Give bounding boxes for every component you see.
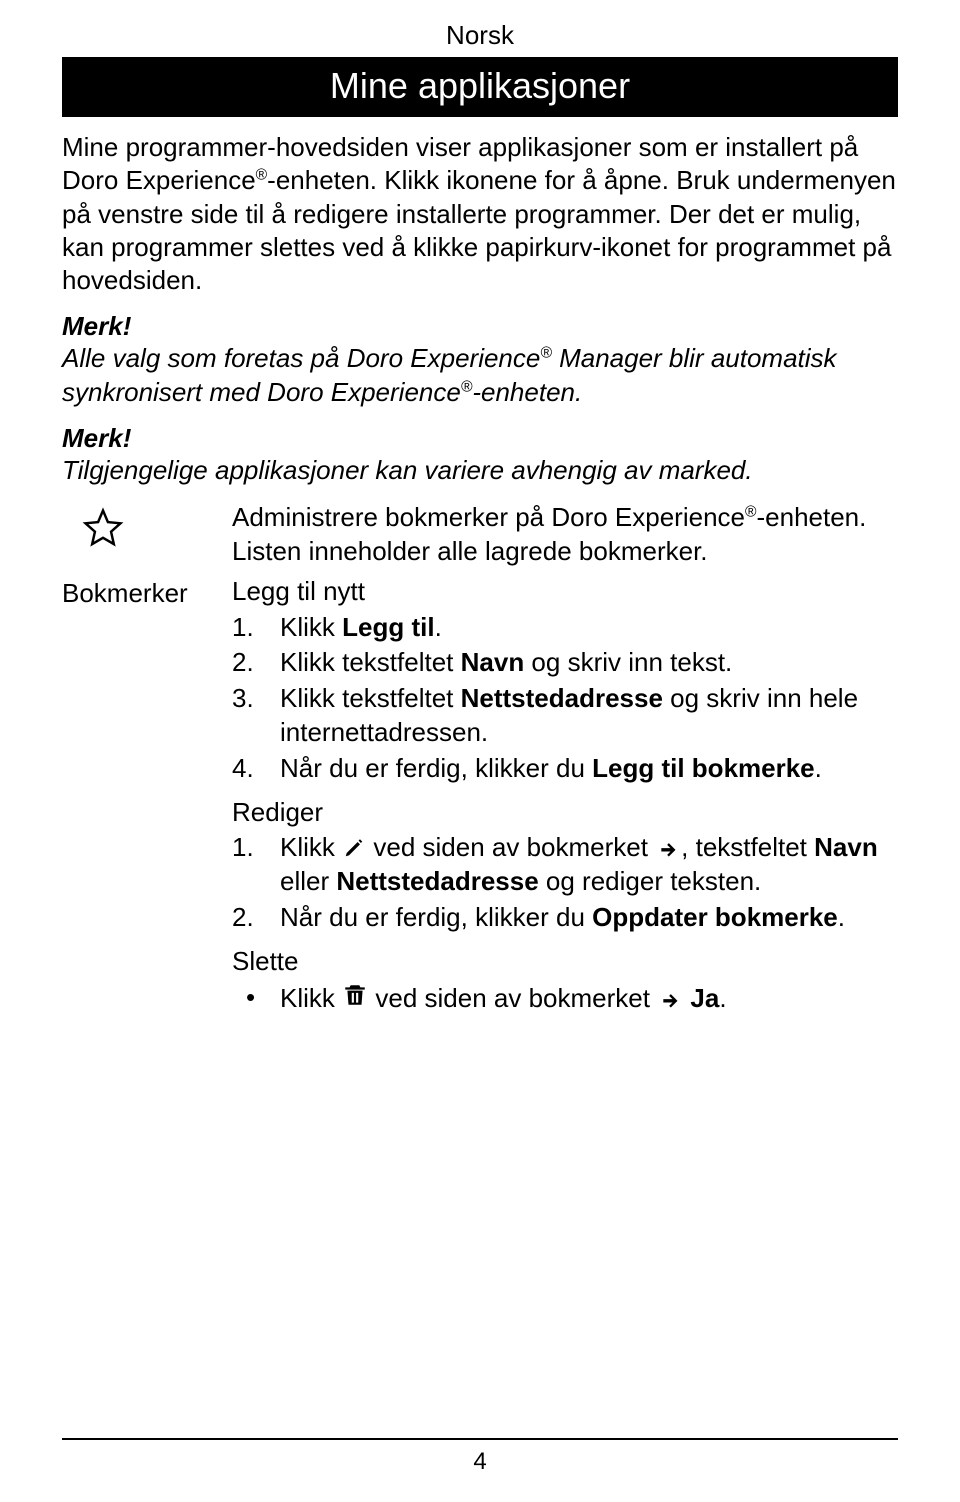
list-text: Klikk ved siden av bokmerket Ja. <box>280 980 727 1016</box>
arrow-right-icon <box>657 990 683 1010</box>
note1-text-1: Alle valg som foretas på Doro Experience <box>62 343 540 373</box>
list-text: Når du er ferdig, klikker du Legg til bo… <box>280 752 898 786</box>
t-bold: Navn <box>814 832 878 862</box>
bookmarks-content: Administrere bokmerker på Doro Experienc… <box>232 501 898 1016</box>
delete-list: • Klikk ved siden av bokmerket Ja. <box>232 980 898 1016</box>
t: , tekstfeltet <box>681 832 814 862</box>
t-bold: Oppdater bokmerke <box>592 902 838 932</box>
registered-mark: ® <box>256 167 268 184</box>
note-label-2: Merk! <box>62 423 898 454</box>
list-number: 4. <box>232 752 280 786</box>
intro-paragraph: Mine programmer-hovedsiden viser applika… <box>62 131 898 297</box>
t-bold: Nettstedadresse <box>336 866 538 896</box>
list-number: 3. <box>232 682 280 716</box>
page-footer: 4 <box>0 1438 960 1476</box>
t: og skriv inn tekst. <box>524 647 732 677</box>
t: Klikk <box>280 612 342 642</box>
note-label-1: Merk! <box>62 311 898 342</box>
t: ved siden av bokmerket <box>375 983 657 1013</box>
note-2: Tilgjengelige applikasjoner kan variere … <box>62 454 898 487</box>
list-text: Klikk tekstfeltet Nettstedadresse og skr… <box>280 682 898 750</box>
add-new-header: Legg til nytt <box>232 575 898 609</box>
list-item: 2. Når du er ferdig, klikker du Oppdater… <box>232 901 898 935</box>
star-icon <box>82 507 124 549</box>
list-number: 1. <box>232 611 280 645</box>
page-number: 4 <box>0 1448 960 1476</box>
note1-text-3: -enheten. <box>472 377 582 407</box>
page: Norsk Mine applikasjoner Mine programmer… <box>0 0 960 1502</box>
t: eller <box>280 866 336 896</box>
list-item: 1. Klikk Legg til. <box>232 611 898 645</box>
t-bold: Legg til <box>342 612 434 642</box>
banner-title: Mine applikasjoner <box>62 57 898 117</box>
list-text: Klikk ved siden av bokmerket , tekstfelt… <box>280 831 898 899</box>
language-label: Norsk <box>62 20 898 51</box>
bookmarks-description: Administrere bokmerker på Doro Experienc… <box>232 501 898 569</box>
t-bold: Ja <box>690 983 719 1013</box>
trash-icon <box>342 980 368 1010</box>
list-item: • Klikk ved siden av bokmerket Ja. <box>232 980 898 1016</box>
t: . <box>435 612 442 642</box>
t: Klikk tekstfeltet <box>280 683 461 713</box>
t: . <box>719 983 726 1013</box>
bookmarks-section: Bokmerker Administrere bokmerker på Doro… <box>62 501 898 1016</box>
pencil-icon <box>342 837 366 859</box>
list-text: Klikk Legg til. <box>280 611 898 645</box>
t-bold: Navn <box>461 647 525 677</box>
delete-header: Slette <box>232 945 898 979</box>
list-item: 4. Når du er ferdig, klikker du Legg til… <box>232 752 898 786</box>
t: Klikk <box>280 983 342 1013</box>
edit-list: 1. Klikk ved siden av bokmerket , tekstf… <box>232 831 898 934</box>
arrow-right-icon <box>655 839 681 859</box>
t-bold: Nettstedadresse <box>461 683 663 713</box>
list-number: 2. <box>232 646 280 680</box>
t: . <box>815 753 822 783</box>
t: Klikk tekstfeltet <box>280 647 461 677</box>
t: ved siden av bokmerket <box>373 832 655 862</box>
bookmarks-left-column: Bokmerker <box>62 501 232 609</box>
list-number: 2. <box>232 901 280 935</box>
list-number: 1. <box>232 831 280 865</box>
list-item: 3. Klikk tekstfeltet Nettstedadresse og … <box>232 682 898 750</box>
add-new-list: 1. Klikk Legg til. 2. Klikk tekstfeltet … <box>232 611 898 786</box>
t-bold: Legg til bokmerke <box>592 753 815 783</box>
edit-header: Rediger <box>232 796 898 830</box>
t: Når du er ferdig, klikker du <box>280 902 592 932</box>
bullet: • <box>232 981 280 1015</box>
list-text: Når du er ferdig, klikker du Oppdater bo… <box>280 901 898 935</box>
registered-mark: ® <box>461 378 473 395</box>
registered-mark: ® <box>540 345 552 362</box>
desc-text-1: Administrere bokmerker på Doro Experienc… <box>232 502 745 532</box>
note-1: Alle valg som foretas på Doro Experience… <box>62 342 898 409</box>
list-item: 1. Klikk ved siden av bokmerket , tekstf… <box>232 831 898 899</box>
bookmarks-label: Bokmerker <box>62 578 232 609</box>
footer-rule <box>62 1438 898 1440</box>
t: Når du er ferdig, klikker du <box>280 753 592 783</box>
list-text: Klikk tekstfeltet Navn og skriv inn teks… <box>280 646 898 680</box>
t: og rediger teksten. <box>539 866 762 896</box>
t: Klikk <box>280 832 342 862</box>
list-item: 2. Klikk tekstfeltet Navn og skriv inn t… <box>232 646 898 680</box>
registered-mark: ® <box>745 503 757 520</box>
t: . <box>838 902 845 932</box>
